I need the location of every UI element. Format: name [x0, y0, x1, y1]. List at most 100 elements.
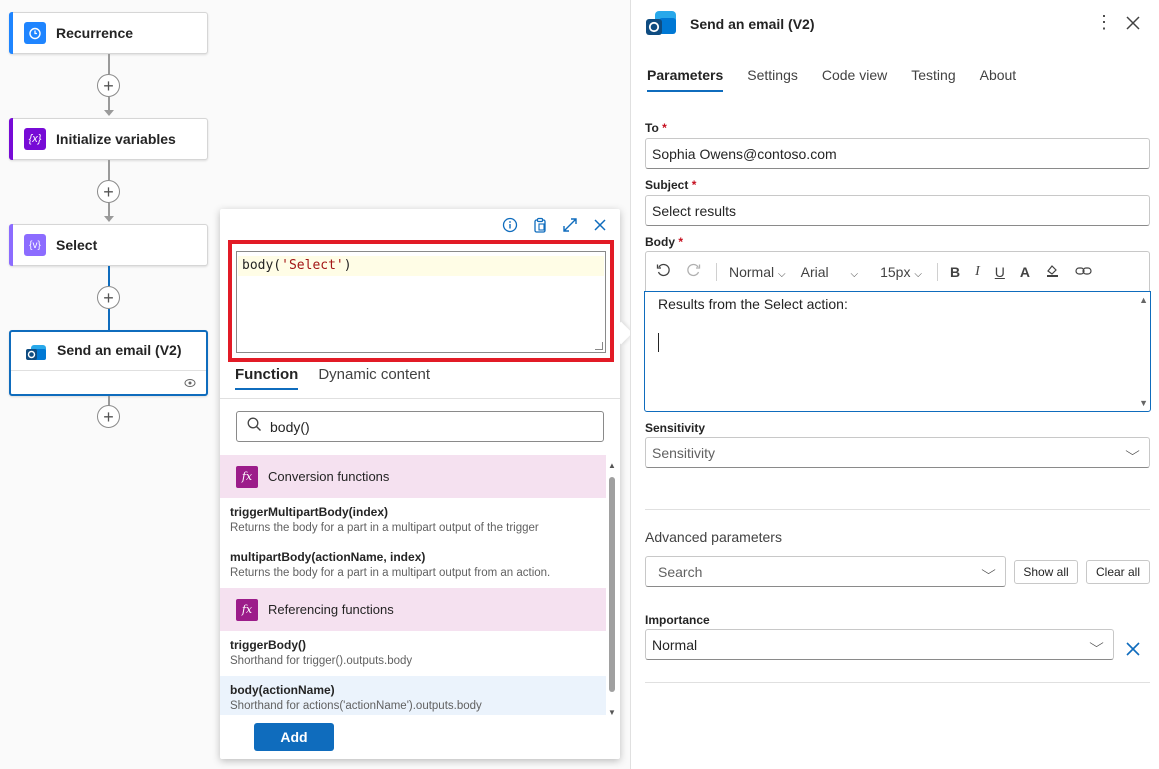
function-list: fx Conversion functions triggerMultipart…	[220, 455, 606, 715]
link-icon[interactable]	[1075, 264, 1092, 280]
tab-parameters[interactable]: Parameters	[647, 67, 724, 92]
add-button[interactable]: Add	[254, 723, 334, 751]
scroll-down-icon[interactable]: ▼	[1139, 398, 1148, 408]
initialize-variables-node[interactable]: {x} Initialize variables	[9, 118, 208, 160]
function-description: Shorthand for trigger().outputs.body	[230, 655, 413, 667]
function-name: multipartBody(actionName, index)	[230, 550, 426, 564]
scroll-down-icon[interactable]: ▼	[608, 708, 616, 717]
arrow-down-icon	[104, 110, 114, 116]
popup-tabs: Function Dynamic content	[235, 366, 430, 390]
chevron-down-icon: ⌵	[1125, 444, 1140, 458]
chevron-down-icon: ⌵	[850, 268, 859, 280]
connector	[108, 97, 110, 111]
paste-icon[interactable]	[532, 217, 548, 238]
to-label: To *	[645, 121, 667, 135]
to-field[interactable]: Sophia Owens@contoso.com	[645, 138, 1150, 169]
redo-icon[interactable]	[686, 263, 701, 281]
expression-editor-popup: body('Select') Function Dynamic content …	[220, 209, 633, 759]
advanced-placeholder: Search	[658, 563, 703, 580]
connector	[108, 266, 110, 286]
sensitivity-dropdown[interactable]: Sensitivity ⌵	[645, 437, 1150, 468]
more-options-icon[interactable]: ⋮	[1095, 12, 1113, 33]
add-step-button[interactable]: +	[97, 180, 120, 203]
undo-icon[interactable]	[656, 263, 671, 281]
tab-about[interactable]: About	[980, 67, 1017, 92]
tab-dynamic-content[interactable]: Dynamic content	[318, 366, 430, 390]
scroll-up-icon[interactable]: ▲	[1139, 295, 1148, 305]
tab-settings[interactable]: Settings	[747, 67, 798, 92]
function-description: Shorthand for actions('actionName').outp…	[230, 700, 482, 712]
select-node[interactable]: {v} Select	[9, 224, 208, 266]
category-conversion-functions[interactable]: fx Conversion functions	[220, 455, 606, 498]
action-details-panel: Send an email (V2) ⋮ Parameters Settings…	[630, 0, 1159, 769]
search-icon	[247, 417, 262, 436]
outlook-icon	[645, 10, 677, 38]
node-label: Recurrence	[56, 25, 134, 41]
chevron-down-icon: ⌵	[914, 268, 922, 280]
panel-tabs: Parameters Settings Code view Testing Ab…	[647, 67, 1016, 92]
send-email-node[interactable]: Send an email (V2)	[9, 330, 208, 396]
info-icon[interactable]	[502, 217, 518, 238]
function-item[interactable]: multipartBody(actionName, index) Returns…	[220, 543, 606, 588]
search-value: body()	[270, 418, 310, 435]
node-label: Send an email (V2)	[57, 342, 182, 358]
function-item[interactable]: triggerMultipartBody(index) Returns the …	[220, 498, 606, 543]
close-icon[interactable]	[592, 217, 608, 238]
close-panel-icon[interactable]	[1125, 10, 1141, 37]
node-label: Select	[56, 237, 98, 253]
toolbar-separator	[936, 262, 938, 281]
body-editor[interactable]: Results from the Select action: ▲ ▼	[644, 291, 1151, 412]
panel-title: Send an email (V2)	[690, 16, 815, 32]
advanced-parameters-dropdown[interactable]: Search ⌵	[645, 556, 1006, 587]
category-referencing-functions[interactable]: fx Referencing functions	[220, 588, 606, 631]
importance-dropdown[interactable]: Normal ⌵	[645, 629, 1114, 660]
subject-field[interactable]: Select results	[645, 195, 1150, 226]
add-step-button[interactable]: +	[97, 286, 120, 309]
chevron-down-icon: ⌵	[1089, 636, 1104, 650]
expand-icon[interactable]	[562, 217, 578, 238]
resize-grip-icon[interactable]	[595, 342, 603, 350]
node-stripe	[9, 118, 13, 160]
rich-text-toolbar: Normal ⌵ Arial ⌵ 15px ⌵ B I U A	[645, 251, 1150, 291]
function-name: triggerMultipartBody(index)	[230, 505, 388, 519]
paragraph-style-dropdown[interactable]: Normal ⌵	[729, 264, 786, 280]
recurrence-node[interactable]: Recurrence	[9, 12, 208, 54]
tabs-divider	[220, 398, 620, 399]
outlook-icon	[25, 342, 47, 364]
italic-icon[interactable]: I	[975, 264, 980, 280]
function-search-input[interactable]: body()	[236, 411, 604, 442]
function-item[interactable]: triggerBody() Shorthand for trigger().ou…	[220, 631, 606, 676]
connector	[108, 203, 110, 217]
underline-icon[interactable]: U	[995, 264, 1005, 280]
highlight-color-icon[interactable]	[1045, 263, 1060, 281]
popup-toolbar	[502, 217, 608, 238]
sensitivity-label: Sensitivity	[645, 421, 706, 435]
section-divider	[645, 682, 1150, 683]
sensitivity-placeholder: Sensitivity	[652, 444, 716, 461]
remove-parameter-icon[interactable]	[1126, 642, 1140, 661]
function-icon: fx	[236, 465, 258, 488]
add-step-button[interactable]: +	[97, 74, 120, 97]
show-all-button[interactable]: Show all	[1014, 560, 1078, 584]
to-value: Sophia Owens@contoso.com	[652, 145, 837, 162]
variable-icon: {x}	[24, 128, 46, 150]
font-color-icon[interactable]: A	[1020, 264, 1030, 280]
function-list-scrollbar[interactable]: ▲ ▼	[608, 461, 616, 717]
subject-label: Subject *	[645, 178, 697, 192]
clear-all-button[interactable]: Clear all	[1086, 560, 1150, 584]
importance-value: Normal	[652, 636, 698, 653]
font-size-dropdown[interactable]: 15px ⌵	[880, 264, 922, 280]
tab-testing[interactable]: Testing	[911, 67, 955, 92]
node-footer	[11, 370, 206, 396]
add-step-button[interactable]: +	[97, 405, 120, 428]
font-family-dropdown[interactable]: Arial ⌵	[801, 264, 859, 280]
scroll-up-icon[interactable]: ▲	[608, 461, 616, 470]
function-name: triggerBody()	[230, 638, 306, 652]
tab-code-view[interactable]: Code view	[822, 67, 887, 92]
function-item[interactable]: body(actionName) Shorthand for actions('…	[220, 676, 606, 715]
expression-input[interactable]: body('Select')	[236, 251, 606, 353]
connector	[108, 54, 110, 74]
scrollbar-thumb[interactable]	[609, 477, 615, 692]
tab-function[interactable]: Function	[235, 366, 299, 390]
bold-icon[interactable]: B	[950, 264, 960, 280]
